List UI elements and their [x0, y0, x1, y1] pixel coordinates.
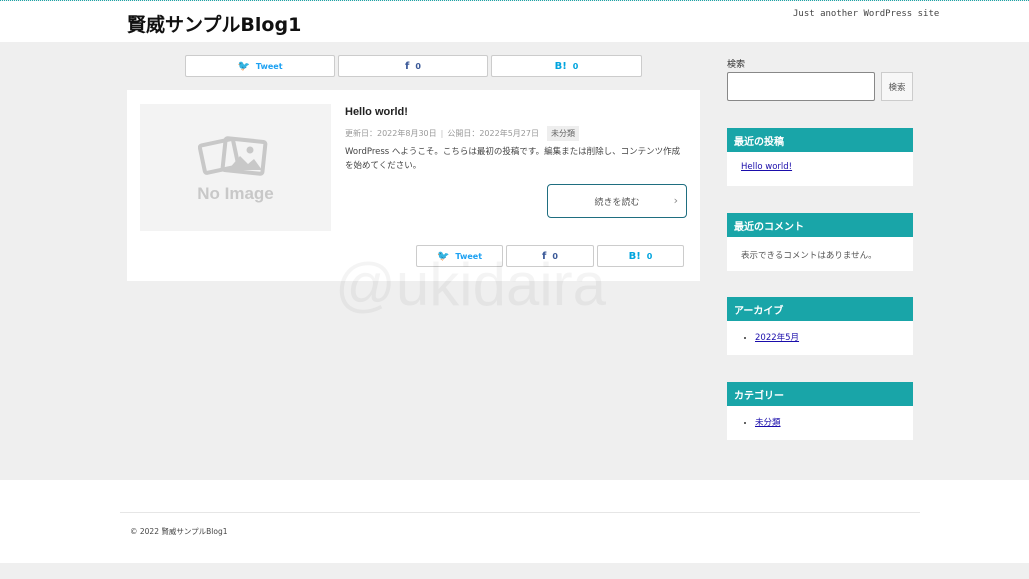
image-placeholder-icon	[198, 136, 268, 176]
copyright-text: © 2022 賢威サンプルBlog1	[130, 527, 228, 536]
tweet-button[interactable]: 🐦 Tweet	[185, 55, 335, 77]
updated-date: 更新日：2022年8月30日	[345, 129, 437, 138]
hatena-count: 0	[572, 61, 579, 71]
recent-post-link[interactable]: Hello world!	[741, 162, 792, 172]
no-image-text: No Image	[197, 184, 274, 203]
site-tagline: Just another WordPress site	[793, 9, 940, 19]
widget-archives: アーカイブ 2022年5月	[727, 297, 913, 355]
page-bottom-band	[0, 563, 1029, 579]
read-more-button[interactable]: 続きを読む ›	[547, 184, 687, 218]
widget-categories: カテゴリー 未分類	[727, 382, 913, 440]
no-comments-text: 表示できるコメントはありません。	[741, 251, 877, 261]
widget-body: 表示できるコメントはありません。	[727, 237, 913, 271]
hatena-icon: B!	[628, 250, 641, 262]
archive-link[interactable]: 2022年5月	[755, 333, 799, 343]
facebook-icon: f	[405, 60, 410, 72]
widget-title: アーカイブ	[727, 297, 913, 321]
widget-body: Hello world!	[727, 152, 913, 182]
search-button[interactable]: 検索	[881, 72, 913, 101]
footer-divider	[120, 512, 920, 513]
widget-body: 未分類	[727, 406, 913, 438]
post-title-link[interactable]: Hello world!	[345, 106, 408, 118]
site-header: 賢威サンプルBlog1 Just another WordPress site	[0, 1, 1029, 42]
category-link[interactable]: 未分類	[755, 418, 781, 428]
widget-title: 最近のコメント	[727, 213, 913, 237]
hatena-bookmark-button[interactable]: B! 0	[491, 55, 642, 77]
watermark-text: @ukidaira	[335, 250, 606, 319]
chevron-right-icon: ›	[673, 194, 678, 207]
meta-separator: |	[440, 129, 444, 138]
category-badge[interactable]: 未分類	[546, 126, 579, 141]
list-item: 未分類	[755, 416, 899, 428]
search-label: 検索	[727, 60, 746, 70]
widget-recent-comments: 最近のコメント 表示できるコメントはありません。	[727, 213, 913, 271]
post-thumbnail[interactable]: No Image	[140, 104, 331, 231]
widget-recent-posts: 最近の投稿 Hello world!	[727, 128, 913, 186]
published-date: 公開日：2022年5月27日	[447, 129, 539, 138]
list-item: 2022年5月	[755, 331, 899, 343]
facebook-count: 0	[415, 61, 421, 71]
category-list: 未分類	[741, 416, 899, 428]
search-input[interactable]	[727, 72, 875, 101]
archive-list: 2022年5月	[741, 331, 899, 343]
share-row-top: 🐦 Tweet f 0 B! 0	[185, 55, 642, 77]
site-footer: © 2022 賢威サンプルBlog1	[0, 480, 1029, 563]
tweet-label: Tweet	[255, 61, 283, 71]
twitter-icon: 🐦	[237, 60, 250, 72]
site-title[interactable]: 賢威サンプルBlog1	[127, 10, 301, 37]
post-meta: 更新日：2022年8月30日 | 公開日：2022年5月27日 未分類	[345, 126, 579, 141]
widget-title: 最近の投稿	[727, 128, 913, 152]
hatena-bookmark-button-bottom[interactable]: B! 0	[597, 245, 684, 267]
widget-body: 2022年5月	[727, 321, 913, 353]
read-more-label: 続きを読む	[594, 197, 640, 208]
post-excerpt: WordPress へようこそ。こちらは最初の投稿です。編集または削除し、コンテ…	[345, 147, 681, 171]
widget-title: カテゴリー	[727, 382, 913, 406]
facebook-share-button[interactable]: f 0	[338, 55, 488, 77]
hatena-count: 0	[646, 251, 653, 261]
hatena-icon: B!	[554, 60, 567, 72]
